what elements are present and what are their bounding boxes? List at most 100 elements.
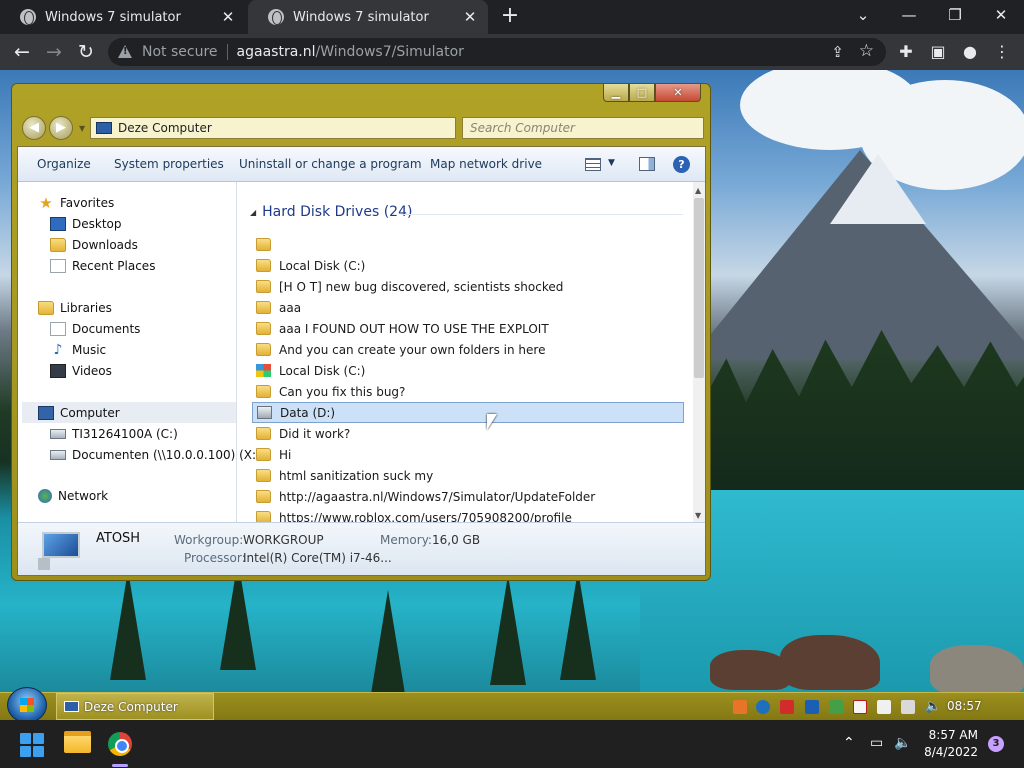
show-hidden-icons-chevron-icon[interactable]: ⌃ (843, 735, 855, 751)
browser-tab-1[interactable]: Windows 7 simulator ✕ (0, 0, 246, 34)
file-explorer-icon[interactable] (64, 731, 91, 753)
system-time[interactable]: 8:57 AM (926, 728, 978, 742)
preview-pane-icon[interactable] (639, 157, 655, 171)
windows-start-icon[interactable] (20, 733, 44, 757)
organize-button[interactable]: Organize (37, 157, 91, 171)
reload-icon[interactable]: ↻ (74, 40, 98, 64)
menu-kebab-icon[interactable]: ⋮ (990, 40, 1014, 64)
list-item[interactable]: Did it work? (252, 423, 684, 444)
window-close-button[interactable]: ✕ (979, 0, 1023, 32)
system-properties-button[interactable]: System properties (114, 157, 224, 171)
list-item[interactable]: Local Disk (C:) (252, 255, 684, 276)
close-button[interactable]: ✕ (655, 83, 701, 102)
chrome-icon[interactable] (108, 732, 132, 756)
list-item[interactable]: [H O T] new bug discovered, scientists s… (252, 276, 684, 297)
list-item[interactable]: Can you fix this bug? (252, 381, 684, 402)
nav-libraries[interactable]: Libraries (38, 297, 112, 318)
window-restore-button[interactable]: ❐ (933, 0, 977, 32)
tray-check-icon[interactable] (829, 700, 843, 714)
not-secure-label[interactable]: Not secure (142, 44, 218, 60)
window-minimize-button[interactable]: — (887, 0, 931, 32)
tray-display-icon[interactable] (901, 700, 915, 714)
browser-tab-2[interactable]: Windows 7 simulator ✕ (248, 0, 488, 34)
nav-item-documents[interactable]: Documents (50, 318, 140, 339)
back-arrow-icon[interactable]: ◀ (22, 116, 46, 140)
nav-label: Music (72, 342, 107, 357)
group-header-hard-disk-drives[interactable]: ◢ Hard Disk Drives (24) (250, 204, 412, 220)
file-name: https://www.roblox.com/users/705908200/p… (279, 510, 572, 523)
nav-item-desktop[interactable]: Desktop (50, 213, 122, 234)
tab-close-icon[interactable]: ✕ (220, 8, 236, 26)
url-path: /Windows7/Simulator (315, 44, 464, 60)
bookmark-star-icon[interactable]: ☆ (859, 41, 874, 61)
tray-app-icon[interactable] (733, 700, 747, 714)
search-input[interactable]: Search Computer (462, 117, 704, 139)
profile-icon[interactable]: ● (958, 40, 982, 64)
nav-item-drive-c[interactable]: TI31264100A (C:) (50, 423, 178, 444)
notification-badge[interactable]: 3 (988, 736, 1004, 752)
list-item[interactable]: https://www.roblox.com/users/705908200/p… (252, 507, 684, 522)
uninstall-program-button[interactable]: Uninstall or change a program (239, 157, 422, 171)
forward-icon[interactable]: → (42, 40, 66, 64)
list-item[interactable]: Local Disk (C:) (252, 360, 684, 381)
nav-computer[interactable]: Computer (22, 402, 236, 423)
list-item[interactable] (252, 234, 684, 255)
file-name: http://agaastra.nl/Windows7/Simulator/Up… (279, 489, 596, 504)
back-icon[interactable]: ← (10, 40, 34, 64)
list-item-selected[interactable]: Data (D:) (252, 402, 684, 423)
network-monitor-icon[interactable]: ▭ (870, 735, 883, 751)
list-item[interactable]: html sanitization suck my (252, 465, 684, 486)
recent-pages-dropdown-icon[interactable]: ▼ (79, 124, 85, 133)
nav-item-downloads[interactable]: Downloads (50, 234, 138, 255)
help-icon[interactable]: ? (673, 156, 690, 173)
new-tab-button[interactable]: + (498, 4, 522, 28)
list-item[interactable]: Hi (252, 444, 684, 465)
nav-item-videos[interactable]: Videos (50, 360, 112, 381)
nav-item-recent-places[interactable]: Recent Places (50, 255, 155, 276)
scroll-down-icon[interactable]: ▼ (695, 511, 701, 520)
collapse-triangle-icon[interactable]: ◢ (250, 208, 256, 217)
warning-icon[interactable] (118, 45, 132, 59)
tray-pdf-icon[interactable] (780, 700, 794, 714)
tray-network-globe-icon[interactable] (756, 700, 770, 714)
computer-icon (64, 701, 79, 712)
address-bar[interactable]: Not secure agaastra.nl /Windows7/Simulat… (108, 38, 886, 66)
system-date[interactable]: 8/4/2022 (922, 745, 978, 759)
tray-flag-icon[interactable] (853, 700, 867, 714)
list-item[interactable]: aaa I FOUND OUT HOW TO USE THE EXPLOIT (252, 318, 684, 339)
explorer-address-bar[interactable]: Deze Computer (90, 117, 456, 139)
start-orb-icon[interactable] (7, 687, 47, 723)
folder-icon (256, 427, 271, 440)
scroll-thumb[interactable] (694, 198, 704, 378)
minimize-button[interactable]: ▁ (603, 83, 629, 102)
win7-clock[interactable]: 08:57 (947, 699, 982, 713)
view-dropdown-icon[interactable]: ▼ (608, 158, 615, 168)
share-icon[interactable]: ⇪ (831, 43, 844, 61)
scroll-up-icon[interactable]: ▲ (695, 186, 701, 195)
maximize-button[interactable]: □ (629, 83, 655, 102)
nav-item-music[interactable]: ♪ Music (50, 339, 107, 360)
nav-item-network-drive-x[interactable]: Documenten (\\10.0.0.100) (X:) (50, 444, 261, 465)
tab-title: Windows 7 simulator (45, 9, 181, 25)
nav-network[interactable]: Network (38, 485, 108, 506)
speaker-icon[interactable]: 🔈 (894, 735, 911, 751)
extensions-icon[interactable]: ✚ (894, 40, 918, 64)
network-icon (38, 488, 52, 503)
view-options-icon[interactable] (585, 158, 601, 171)
list-item[interactable]: aaa (252, 297, 684, 318)
list-item[interactable]: http://agaastra.nl/Windows7/Simulator/Up… (252, 486, 684, 507)
tray-clipboard-icon[interactable] (877, 700, 891, 714)
computer-name: ATOSH (96, 531, 141, 546)
recent-places-icon (50, 258, 66, 273)
list-item[interactable]: And you can create your own folders in h… (252, 339, 684, 360)
tab-search-button[interactable]: ⌄ (841, 0, 885, 32)
forward-arrow-icon[interactable]: ▶ (49, 116, 73, 140)
vertical-scrollbar[interactable]: ▲ ▼ (693, 182, 705, 522)
tray-volume-icon[interactable]: 🔈 (925, 700, 941, 714)
tray-outlook-icon[interactable] (805, 700, 819, 714)
side-panel-icon[interactable]: ▣ (926, 40, 950, 64)
tab-close-icon[interactable]: ✕ (462, 8, 478, 26)
map-network-drive-button[interactable]: Map network drive (430, 157, 542, 171)
nav-favorites[interactable]: ★ Favorites (38, 192, 114, 213)
taskbar-window-button[interactable]: Deze Computer (56, 693, 214, 720)
